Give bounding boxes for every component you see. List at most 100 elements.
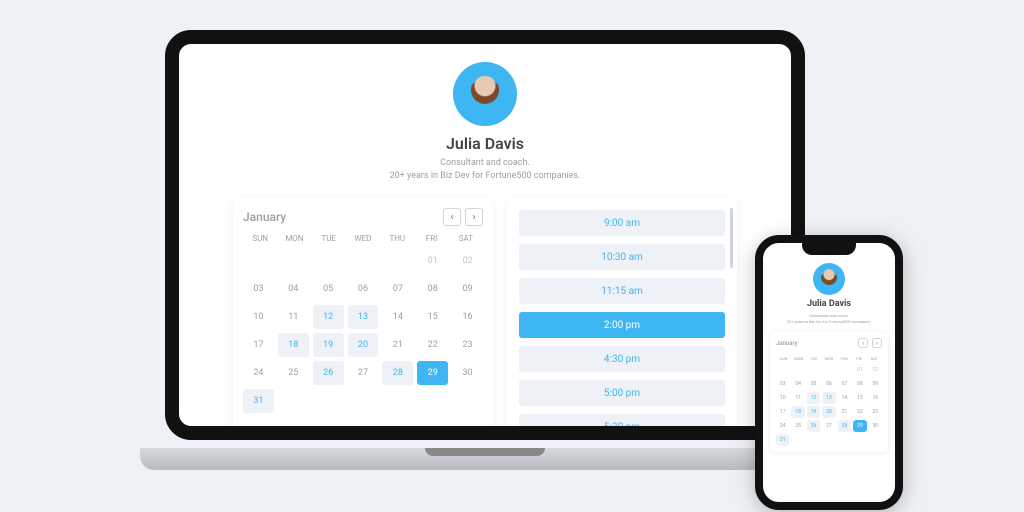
calendar-day: 08 [417, 277, 448, 301]
time-slot[interactable]: 10:30 am [519, 244, 725, 270]
calendar-day: 02 [869, 364, 882, 376]
time-slot[interactable]: 4:30 pm [519, 346, 725, 372]
calendar-day[interactable]: 13 [348, 305, 379, 329]
scrollbar[interactable] [730, 208, 733, 268]
calendar-day: 30 [452, 361, 483, 385]
calendar-day: 22 [417, 333, 448, 357]
calendar-day[interactable]: 20 [348, 333, 379, 357]
calendar-day[interactable]: 18 [791, 406, 804, 418]
avatar [453, 62, 517, 126]
calendar-dow: THU [837, 356, 852, 361]
phone-screen: Julia Davis Consultant and coach. 20+ ye… [755, 235, 903, 510]
calendar-day: 05 [313, 277, 344, 301]
calendar-day[interactable]: 26 [313, 361, 344, 385]
profile-sub-line2: 20+ years in Biz Dev for Fortune500 comp… [787, 319, 872, 324]
profile-name: Julia Davis [179, 134, 791, 153]
calendar-day: 02 [452, 249, 483, 273]
calendar-header: January ‹ › [776, 338, 882, 348]
calendar-day: 01 [853, 364, 866, 376]
calendar-day: 10 [776, 392, 789, 404]
calendar-nav: ‹ › [858, 338, 882, 348]
calendar-day: 03 [243, 277, 274, 301]
calendar-day[interactable]: 18 [278, 333, 309, 357]
calendar-day [243, 249, 274, 273]
calendar-day: 06 [822, 378, 835, 390]
calendar-grid: 0102030405060708091011121314151617181920… [776, 364, 882, 446]
calendar-day: 15 [853, 392, 866, 404]
calendar-header: January ‹ › [243, 208, 483, 226]
calendar-day: 07 [838, 378, 851, 390]
chevron-left-icon: ‹ [862, 340, 864, 347]
profile-subtitle: Consultant and coach. 20+ years in Biz D… [763, 313, 895, 324]
calendar-day[interactable]: 13 [822, 392, 835, 404]
calendar-day[interactable]: 26 [807, 420, 820, 432]
calendar-day[interactable]: 12 [313, 305, 344, 329]
time-slot[interactable]: 2:00 pm [519, 312, 725, 338]
calendar-day[interactable]: 12 [807, 392, 820, 404]
calendar-day[interactable]: 28 [838, 420, 851, 432]
calendar-nav: ‹ › [443, 208, 483, 226]
calendar-day: 06 [348, 277, 379, 301]
calendar-day: 25 [278, 361, 309, 385]
calendar-dow: FRI [414, 234, 448, 243]
calendar-day: 14 [382, 305, 413, 329]
calendar-day [791, 364, 804, 376]
calendar-day: 05 [807, 378, 820, 390]
avatar [813, 263, 845, 295]
calendar-day: 21 [838, 406, 851, 418]
time-slot[interactable]: 5:30 pm [519, 414, 725, 440]
calendar-dow-row: SUNMONTUEWEDTHUFRISAT [243, 234, 483, 243]
calendar-day [313, 249, 344, 273]
calendar-day: 16 [452, 305, 483, 329]
time-slot[interactable]: 5:00 pm [519, 380, 725, 406]
calendar-dow: THU [380, 234, 414, 243]
booking-page-mobile: Julia Davis Consultant and coach. 20+ ye… [763, 243, 895, 452]
calendar-dow: SUN [243, 234, 277, 243]
calendar-day[interactable]: 28 [382, 361, 413, 385]
next-month-button[interactable]: › [872, 338, 882, 348]
calendar-day: 15 [417, 305, 448, 329]
prev-month-button[interactable]: ‹ [858, 338, 868, 348]
calendar-day[interactable]: 29 [853, 420, 866, 432]
next-month-button[interactable]: › [465, 208, 483, 226]
calendar-day: 21 [382, 333, 413, 357]
calendar-day[interactable]: 20 [822, 406, 835, 418]
phone-notch [802, 243, 856, 255]
calendar-day: 25 [791, 420, 804, 432]
calendar-day: 17 [776, 406, 789, 418]
prev-month-button[interactable]: ‹ [443, 208, 461, 226]
calendar-dow: SAT [867, 356, 882, 361]
calendar-day: 04 [791, 378, 804, 390]
calendar-day [838, 364, 851, 376]
calendar-day[interactable]: 31 [243, 389, 274, 413]
calendar-day: 04 [278, 277, 309, 301]
calendar-dow: MON [277, 234, 311, 243]
profile-subtitle: Consultant and coach. 20+ years in Biz D… [179, 157, 791, 182]
calendar-day: 27 [822, 420, 835, 432]
calendar-day[interactable]: 31 [776, 434, 789, 446]
calendar-day: 11 [791, 392, 804, 404]
profile-name: Julia Davis [763, 299, 895, 309]
calendar-day: 07 [382, 277, 413, 301]
calendar-day[interactable]: 29 [417, 361, 448, 385]
calendar-dow-row: SUNMONTUEWEDTHUFRISAT [776, 356, 882, 361]
profile-sub-line1: Consultant and coach. [809, 313, 849, 318]
calendar-day: 30 [869, 420, 882, 432]
calendar-day: 09 [452, 277, 483, 301]
calendar-day[interactable]: 19 [807, 406, 820, 418]
time-slot[interactable]: 9:00 am [519, 210, 725, 236]
booking-page: Julia Davis Consultant and coach. 20+ ye… [179, 44, 791, 440]
calendar-dow: SAT [449, 234, 483, 243]
calendar-day: 16 [869, 392, 882, 404]
calendar-day[interactable]: 19 [313, 333, 344, 357]
time-slot[interactable]: 11:15 am [519, 278, 725, 304]
calendar-day [348, 249, 379, 273]
calendar-day: 27 [348, 361, 379, 385]
calendar-day: 17 [243, 333, 274, 357]
calendar-day: 23 [452, 333, 483, 357]
laptop-screen: Julia Davis Consultant and coach. 20+ ye… [165, 30, 805, 440]
laptop-device: Julia Davis Consultant and coach. 20+ ye… [140, 30, 830, 470]
calendar-dow: TUE [806, 356, 821, 361]
calendar-day: 24 [243, 361, 274, 385]
chevron-right-icon: › [472, 212, 475, 223]
